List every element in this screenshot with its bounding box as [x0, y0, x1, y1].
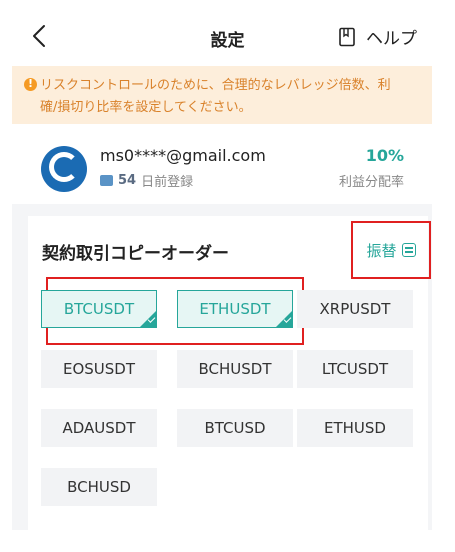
checkmark-icon	[140, 311, 156, 327]
pair-chip-eosusdt[interactable]: EOSUSDT	[41, 350, 157, 388]
transfer-icon	[401, 243, 416, 257]
avatar	[41, 146, 87, 192]
registration-days: 54	[118, 173, 137, 188]
copy-order-card: 契約取引コピーオーダー 振替 BTCUSDT ETHUSDT XRPUSDT E…	[28, 216, 431, 530]
pair-chip-label: BTCUSDT	[63, 300, 135, 318]
pair-chip-label: BCHUSDT	[198, 360, 272, 378]
transfer-button[interactable]: 振替	[351, 221, 431, 279]
transfer-label: 振替	[366, 241, 397, 260]
copy-order-panel: 契約取引コピーオーダー 振替 BTCUSDT ETHUSDT XRPUSDT E…	[12, 204, 432, 530]
registration-days-label: 日前登録	[141, 175, 194, 190]
help-button[interactable]: ヘルプ	[338, 24, 417, 49]
registration-info: 54 日前登録	[100, 171, 193, 190]
pair-chip-btcusd[interactable]: BTCUSD	[177, 409, 293, 447]
warning-icon	[24, 77, 37, 91]
trader-email: ms0****@gmail.com	[100, 146, 266, 165]
top-bar: 設定 ヘルプ	[0, 0, 455, 72]
calendar-icon	[100, 175, 113, 186]
help-label: ヘルプ	[366, 29, 417, 49]
pair-chip-ethusd[interactable]: ETHUSD	[297, 409, 413, 447]
pair-chip-ltcusdt[interactable]: LTCUSDT	[297, 350, 413, 388]
copy-order-title: 契約取引コピーオーダー	[42, 244, 229, 264]
pair-chip-label: EOSUSDT	[62, 360, 136, 378]
pair-chip-label: ETHUSDT	[199, 300, 271, 318]
risk-warning-banner: リスクコントロールのために、合理的なレバレッジ倍数、利 確/損切り比率を設定して…	[12, 66, 432, 124]
pair-chip-label: ADAUSDT	[62, 419, 136, 437]
pair-chip-bchusdt[interactable]: BCHUSDT	[177, 350, 293, 388]
pair-chip-label: XRPUSDT	[319, 300, 391, 318]
pair-chip-btcusdt[interactable]: BTCUSDT	[41, 290, 157, 328]
pair-chip-label: ETHUSD	[324, 419, 386, 437]
pair-chip-label: BTCUSD	[204, 419, 266, 437]
profit-share-ratio: 10%	[365, 146, 404, 165]
wave-logo-icon	[49, 152, 79, 182]
pair-chip-xrpusdt[interactable]: XRPUSDT	[297, 290, 413, 328]
profit-share-label: 利益分配率	[338, 175, 404, 190]
pair-chip-label: BCHUSD	[67, 478, 131, 496]
pair-chip-label: LTCUSDT	[321, 360, 389, 378]
checkmark-icon	[276, 311, 292, 327]
warning-text-line2: 確/損切り比率を設定してください。	[40, 100, 252, 115]
pair-chip-bchusd[interactable]: BCHUSD	[41, 468, 157, 506]
book-icon	[339, 27, 355, 46]
pair-chip-adausdt[interactable]: ADAUSDT	[41, 409, 157, 447]
pair-chip-ethusdt[interactable]: ETHUSDT	[177, 290, 293, 328]
warning-text-line1: リスクコントロールのために、合理的なレバレッジ倍数、利	[40, 78, 391, 93]
trader-profile: ms0****@gmail.com 54 日前登録 10% 利益分配率	[12, 124, 432, 204]
